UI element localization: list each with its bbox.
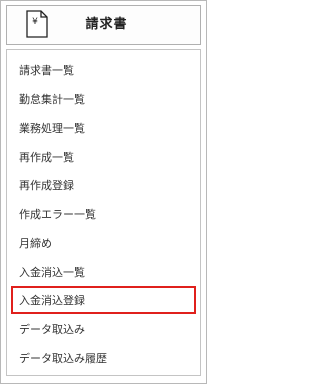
menu-item-recreate-register[interactable]: 再作成登録: [19, 172, 74, 200]
menu-item-business-process-list[interactable]: 業務処理一覧: [19, 115, 85, 143]
menu-item-data-import[interactable]: データ取込み: [19, 316, 85, 344]
menu-item-invoice-list[interactable]: 請求書一覧: [19, 57, 74, 85]
menu-item-recreate-list[interactable]: 再作成一覧: [19, 144, 74, 172]
menu-item-data-import-history[interactable]: データ取込み履歴: [19, 345, 107, 373]
invoice-menu-panel: ¥ 請求書 請求書一覧 勤怠集計一覧 業務処理一覧 再作成一覧 再作成登録 作成…: [0, 0, 207, 384]
menu-title: 請求書: [85, 17, 128, 32]
menu-header: ¥ 請求書: [6, 5, 201, 45]
menu-list: 請求書一覧 勤怠集計一覧 業務処理一覧 再作成一覧 再作成登録 作成エラー一覧 …: [6, 49, 201, 376]
menu-item-month-close[interactable]: 月締め: [19, 230, 52, 258]
menu-item-creation-error-list[interactable]: 作成エラー一覧: [19, 201, 96, 229]
menu-item-payment-clearing-list[interactable]: 入金消込一覧: [19, 259, 85, 287]
menu-item-attendance-summary[interactable]: 勤怠集計一覧: [19, 86, 85, 114]
selection-highlight-box: [11, 286, 196, 314]
